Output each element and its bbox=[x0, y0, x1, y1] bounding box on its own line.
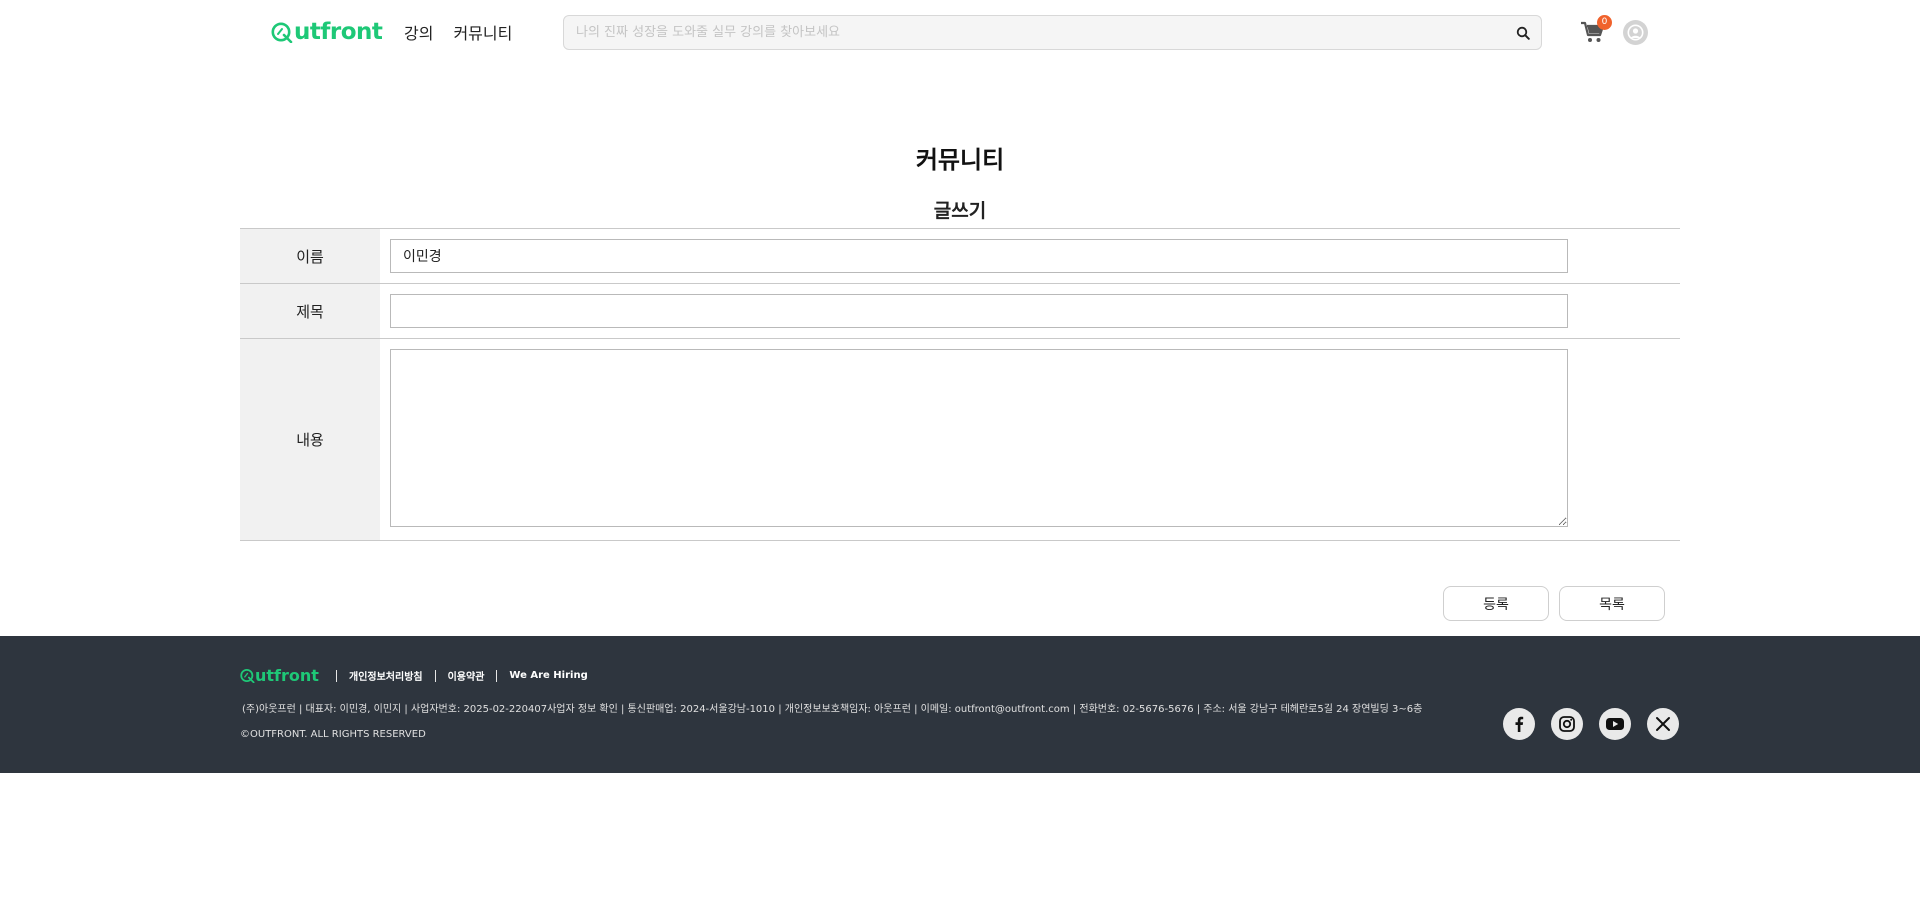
youtube-icon[interactable] bbox=[1599, 708, 1631, 740]
top-header: utfront 강의 커뮤니티 0 bbox=[0, 0, 1920, 64]
footer-logo-o-mark-icon bbox=[240, 669, 255, 683]
main-nav: 강의 커뮤니티 bbox=[404, 20, 512, 44]
instagram-icon[interactable] bbox=[1551, 708, 1583, 740]
user-avatar-icon[interactable] bbox=[1623, 20, 1648, 45]
logo-o-mark-icon bbox=[271, 22, 293, 43]
facebook-icon[interactable] bbox=[1503, 708, 1535, 740]
site-footer: utfront 개인정보처리방침 이용약관 We Are Hiring (주)아… bbox=[0, 636, 1920, 773]
content-label: 내용 bbox=[240, 339, 380, 540]
footer-logo-wordmark: utfront bbox=[255, 666, 319, 685]
search-bar bbox=[563, 15, 1542, 50]
content-row: 내용 bbox=[240, 339, 1680, 541]
form-title: 글쓰기 bbox=[933, 200, 987, 222]
search-input[interactable] bbox=[576, 16, 1496, 49]
footer-links: 개인정보처리방침 이용약관 We Are Hiring bbox=[336, 668, 588, 683]
title-label: 제목 bbox=[240, 284, 380, 338]
list-button[interactable]: 목록 bbox=[1559, 586, 1665, 621]
copyright: ©OUTFRONT. ALL RIGHTS RESERVED bbox=[240, 729, 426, 740]
content-cell bbox=[380, 339, 1680, 540]
nav-item-courses[interactable]: 강의 bbox=[404, 20, 433, 44]
logo-wordmark: utfront bbox=[294, 19, 383, 45]
title-field[interactable] bbox=[390, 294, 1568, 328]
title-cell bbox=[380, 284, 1680, 338]
name-cell bbox=[380, 229, 1680, 283]
footer-logo[interactable]: utfront bbox=[240, 666, 319, 685]
submit-button[interactable]: 등록 bbox=[1443, 586, 1549, 621]
x-icon[interactable] bbox=[1647, 708, 1679, 740]
outfront-logo[interactable]: utfront bbox=[271, 17, 383, 47]
write-form: 이름 제목 내용 bbox=[240, 228, 1680, 541]
footer-divider bbox=[496, 669, 498, 682]
footer-link-hiring[interactable]: We Are Hiring bbox=[509, 670, 587, 681]
footer-divider bbox=[336, 669, 337, 682]
name-label: 이름 bbox=[240, 229, 380, 283]
name-field[interactable] bbox=[390, 239, 1568, 273]
footer-divider bbox=[434, 669, 436, 682]
search-icon[interactable] bbox=[1513, 23, 1533, 43]
footer-link-terms[interactable]: 이용약관 bbox=[448, 668, 485, 683]
nav-item-community[interactable]: 커뮤니티 bbox=[453, 20, 512, 44]
page-title: 커뮤니티 bbox=[915, 146, 1005, 174]
title-row: 제목 bbox=[240, 284, 1680, 339]
company-info: (주)아웃프런 | 대표자: 이민경, 이민지 | 사업자번호: 2025-02… bbox=[242, 704, 1423, 715]
footer-link-privacy[interactable]: 개인정보처리방침 bbox=[349, 668, 423, 683]
content-textarea[interactable] bbox=[390, 349, 1568, 527]
cart-count-badge: 0 bbox=[1597, 15, 1612, 30]
name-row: 이름 bbox=[240, 229, 1680, 284]
